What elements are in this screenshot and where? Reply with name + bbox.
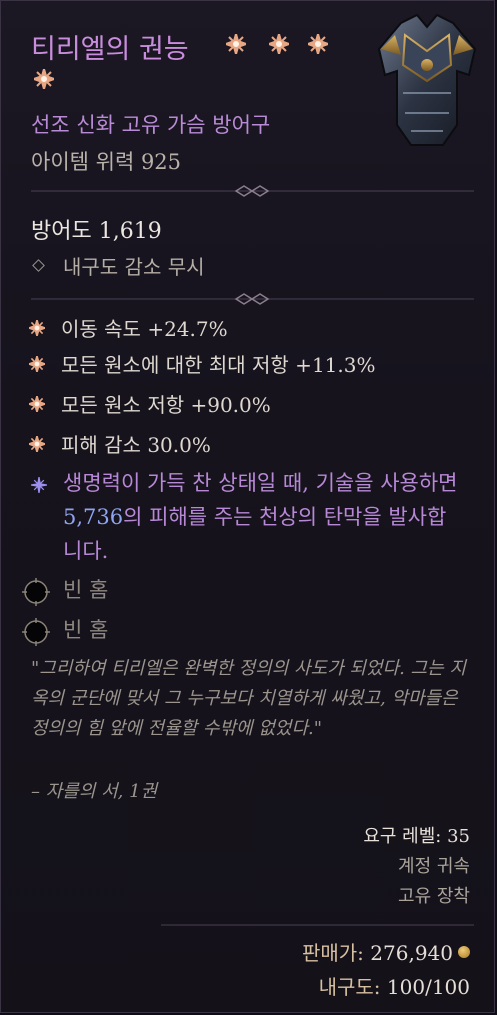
durability: 내구도: 100/100 xyxy=(319,971,470,1000)
item-type: 선조 신화 고유 가슴 방어구 xyxy=(31,113,271,137)
unique-power-star-icon xyxy=(31,477,47,493)
durability-note: 내구도 감소 무시 xyxy=(63,255,205,279)
empty-socket-icon xyxy=(22,618,50,646)
greater-affix-star-icon xyxy=(29,356,45,372)
socket-label: 빈 홈 xyxy=(63,618,109,642)
item-name: 티리엘의 권능 xyxy=(31,27,189,66)
required-level: 요구 레벨: 35 xyxy=(363,826,470,847)
unique-power-text: 생명력이 가득 찬 상태일 때, 기술을 사용하면 5,736의 피해를 주는 … xyxy=(63,466,463,568)
sell-value: 276,940 xyxy=(370,941,453,965)
item-name-text: 티리엘의 권능 xyxy=(31,34,189,65)
durability-value: 100/100 xyxy=(386,975,470,999)
chest-armor-image xyxy=(377,13,477,146)
affix-line: 이동 속도 +24.7% xyxy=(61,317,228,341)
divider xyxy=(31,293,474,305)
greater-affix-star-icon xyxy=(29,396,45,412)
armor-value: 방어도 1,619 xyxy=(31,219,162,244)
durability-label: 내구도: xyxy=(318,975,381,999)
item-power: 아이템 위력 925 xyxy=(31,150,182,174)
empty-socket-icon xyxy=(22,578,50,606)
account-bound: 계정 귀속 xyxy=(398,856,470,877)
greater-affix-star-icon xyxy=(226,34,246,54)
greater-affix-star-icon xyxy=(308,34,328,54)
flavor-text: "그리하여 티리엘은 완벽한 정의의 사도가 되었다. 그는 지옥의 군단에 맞… xyxy=(31,658,466,739)
divider xyxy=(161,924,474,926)
greater-affix-star-icon xyxy=(29,320,45,336)
greater-affix-star-icon xyxy=(269,34,289,54)
unique-power-number: 5,736 xyxy=(63,505,124,529)
greater-affix-star-icon xyxy=(34,69,54,89)
unique-equipped: 고유 장착 xyxy=(398,886,470,907)
divider xyxy=(31,185,474,197)
sell-label: 판매가: xyxy=(301,941,364,965)
sell-price: 판매가: 276,940 xyxy=(302,937,470,966)
affix-line: 피해 감소 30.0% xyxy=(61,433,211,457)
greater-affix-star-icon xyxy=(29,436,45,452)
affix-line: 모든 원소에 대한 최대 저항 +11.3% xyxy=(61,353,376,377)
unique-power-before: 생명력이 가득 찬 상태일 때, 기술을 사용하면 xyxy=(63,471,458,495)
diamond-bullet-icon xyxy=(32,259,45,272)
gold-coin-icon xyxy=(458,946,470,958)
flavor-source: – 자를의 서, 1권 xyxy=(31,781,158,802)
affix-line: 모든 원소 저항 +90.0% xyxy=(61,393,271,417)
item-tooltip: 티리엘의 권능 선조 신화 고유 가슴 방어구 아이템 위력 925 방어도 1… xyxy=(0,0,495,1013)
socket-label: 빈 홈 xyxy=(63,578,109,602)
